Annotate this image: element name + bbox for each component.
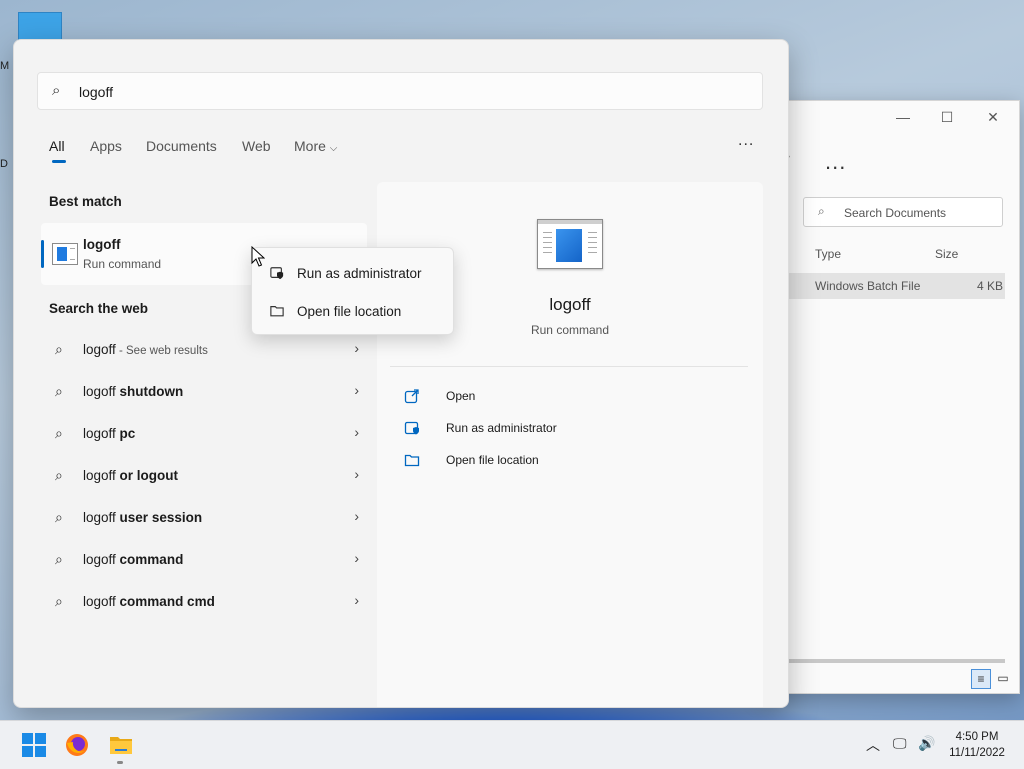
- app-icon: [537, 219, 603, 269]
- search-icon: ⌕: [818, 204, 825, 218]
- search-query: logoff: [79, 84, 113, 100]
- explorer-search-placeholder: Search Documents: [844, 206, 947, 220]
- start-button[interactable]: [18, 729, 50, 761]
- folder-icon: [404, 454, 420, 467]
- active-tab-indicator: [52, 160, 66, 163]
- tab-more[interactable]: More ⌵: [294, 138, 337, 154]
- web-suggestion-text: logoff or logout: [83, 468, 179, 483]
- search-icon: ⌕: [55, 341, 63, 357]
- action-label: Open file location: [446, 453, 539, 467]
- search-web-heading: Search the web: [49, 301, 149, 316]
- tab-more-label: More: [294, 138, 326, 154]
- tiles-view-button[interactable]: ▭: [993, 669, 1013, 689]
- best-match-subtitle: Run command: [83, 257, 162, 271]
- context-menu: Run as administrator Open file location: [251, 247, 454, 335]
- web-suggestion-text: logoff command cmd: [83, 594, 215, 609]
- search-icon: ⌕: [55, 383, 63, 399]
- web-suggestion-text: logoff shutdown: [83, 384, 184, 399]
- search-icon: ⌕: [55, 551, 63, 567]
- more-options-button[interactable]: ...: [825, 149, 846, 175]
- minimize-button[interactable]: —: [893, 107, 913, 127]
- admin-shield-icon: [404, 421, 419, 435]
- running-indicator: [117, 761, 123, 764]
- chevron-right-icon: ›: [354, 382, 359, 398]
- search-input[interactable]: ⌕ logoff: [37, 72, 763, 110]
- open-external-icon: [404, 389, 419, 404]
- search-icon: ⌕: [55, 467, 63, 483]
- horizontal-scrollbar[interactable]: [789, 659, 1005, 663]
- chevron-right-icon: ›: [354, 508, 359, 524]
- taskbar: ︿ 🖵 🔊 4:50 PM 11/11/2022: [0, 720, 1024, 769]
- file-size: 4 KB: [977, 279, 1004, 293]
- chevron-right-icon: ›: [354, 550, 359, 566]
- tab-documents[interactable]: Documents: [146, 138, 217, 154]
- context-item-label: Open file location: [297, 304, 402, 319]
- web-suggestion[interactable]: ⌕ logoff command cmd ›: [49, 584, 359, 620]
- web-suggestion[interactable]: ⌕ logoff or logout ›: [49, 458, 359, 494]
- mouse-cursor-icon: [251, 246, 265, 267]
- web-suggestion[interactable]: ⌕ logoff shutdown ›: [49, 374, 359, 410]
- file-explorer-window: — ☐ ✕ ▾ ... ⌕ Search Documents Type Size…: [760, 100, 1020, 694]
- app-icon: [52, 243, 78, 265]
- tab-web[interactable]: Web: [242, 138, 271, 154]
- action-run-as-admin[interactable]: Run as administrator: [404, 418, 604, 442]
- windows-logo-icon: [22, 733, 46, 757]
- context-run-as-admin[interactable]: Run as administrator: [256, 256, 449, 290]
- web-suggestion[interactable]: ⌕ logoff command ›: [49, 542, 359, 578]
- firefox-button[interactable]: [61, 729, 93, 761]
- volume-icon[interactable]: 🔊: [918, 735, 935, 752]
- web-suggestion-text: logoff user session: [83, 510, 203, 525]
- web-suggestion-text: logoff command: [83, 552, 184, 567]
- desktop-icon-label: D: [0, 158, 8, 170]
- chevron-down-icon: ⌵: [329, 143, 338, 154]
- folder-icon: [110, 737, 132, 754]
- action-open[interactable]: Open: [404, 386, 604, 410]
- web-suggestion[interactable]: ⌕ logoff user session ›: [49, 500, 359, 536]
- explorer-search-input[interactable]: ⌕ Search Documents: [803, 197, 1003, 227]
- chevron-right-icon: ›: [354, 424, 359, 440]
- maximize-button[interactable]: ☐: [937, 107, 957, 127]
- file-row[interactable]: Windows Batch File 4 KB: [789, 273, 1005, 299]
- system-clock[interactable]: 4:50 PM 11/11/2022: [938, 729, 1016, 761]
- chevron-right-icon: ›: [354, 592, 359, 608]
- column-header-type[interactable]: Type: [815, 247, 841, 261]
- search-icon: ⌕: [55, 509, 63, 525]
- web-suggestion-text: logoff - See web results: [83, 342, 208, 357]
- close-button[interactable]: ✕: [983, 107, 1003, 127]
- firefox-icon: [66, 734, 88, 756]
- context-item-label: Run as administrator: [297, 266, 422, 281]
- desktop-icon-label: M: [0, 60, 10, 72]
- clock-date: 11/11/2022: [949, 747, 1005, 759]
- best-match-heading: Best match: [49, 194, 122, 209]
- context-open-file-location[interactable]: Open file location: [256, 294, 449, 328]
- more-options-button[interactable]: ...: [738, 132, 754, 150]
- search-panel: ⌕ logoff All Apps Documents Web More ⌵ .…: [13, 39, 789, 708]
- explorer-titlebar: — ☐ ✕: [761, 101, 1019, 133]
- tab-all[interactable]: All: [49, 138, 65, 154]
- search-icon: ⌕: [55, 593, 63, 609]
- web-suggestion[interactable]: ⌕ logoff - See web results ›: [49, 332, 359, 368]
- search-icon: ⌕: [55, 425, 63, 441]
- file-explorer-button[interactable]: [105, 729, 137, 761]
- action-open-file-location[interactable]: Open file location: [404, 450, 604, 474]
- details-view-button[interactable]: ≡: [971, 669, 991, 689]
- chevron-right-icon: ›: [354, 340, 359, 356]
- tab-apps[interactable]: Apps: [90, 138, 122, 154]
- folder-icon: [270, 306, 284, 317]
- chevron-up-icon[interactable]: ︿: [866, 735, 880, 755]
- search-icon: ⌕: [52, 82, 61, 99]
- clock-time: 4:50 PM: [955, 731, 999, 743]
- file-type: Windows Batch File: [815, 279, 921, 293]
- column-header-size[interactable]: Size: [935, 247, 958, 261]
- best-match-name: logoff: [83, 237, 121, 252]
- selection-indicator: [41, 240, 44, 268]
- web-suggestion-text: logoff pc: [83, 426, 136, 441]
- chevron-right-icon: ›: [354, 466, 359, 482]
- network-icon[interactable]: 🖵: [893, 735, 907, 752]
- web-suggestion[interactable]: ⌕ logoff pc ›: [49, 416, 359, 452]
- action-label: Open: [446, 389, 476, 403]
- admin-shield-icon: [270, 267, 284, 280]
- action-label: Run as administrator: [446, 421, 557, 435]
- divider: [390, 366, 748, 367]
